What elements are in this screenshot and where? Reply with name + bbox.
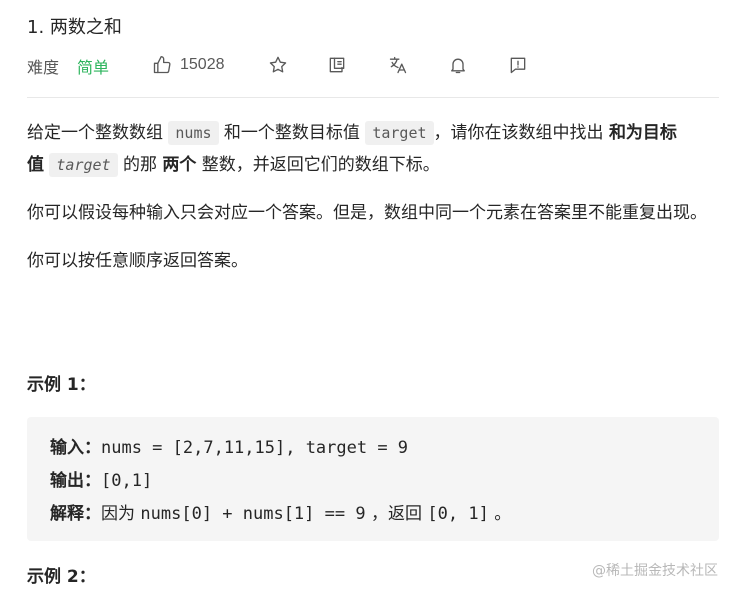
code-target-italic: target: [49, 153, 118, 177]
example-2-title: 示例 2：: [27, 567, 96, 587]
explanation-label: 解释：: [50, 504, 101, 524]
code-nums: nums: [168, 121, 219, 145]
like-button[interactable]: 15028: [152, 52, 225, 78]
explanation-code: nums[0] + nums[1] == 9: [140, 504, 366, 524]
text-segment: 因为: [101, 504, 141, 524]
like-count: 15028: [180, 56, 225, 73]
output-value: [0,1]: [101, 471, 153, 491]
example-output-line: 输出：[0,1]: [50, 466, 152, 491]
example-input-line: 输入：nums = [2,7,11,15], target = 9: [50, 433, 408, 458]
bold-text: 两个: [162, 155, 197, 175]
feedback-icon: [510, 57, 526, 74]
text-segment: 给定一个整数数组: [27, 123, 169, 143]
text-segment: 和一个整数目标值: [218, 123, 366, 143]
notification-button[interactable]: [448, 52, 468, 78]
text-segment: 整数，并返回它们的数组下标。: [196, 155, 440, 175]
share-icon: [329, 57, 345, 73]
feedback-button[interactable]: [508, 52, 528, 78]
problem-meta-bar: 难度 简单 15028: [27, 52, 727, 78]
difficulty-label: 难度: [27, 58, 60, 77]
example-explanation-line: 解释：因为 nums[0] + nums[1] == 9 ，返回 [0, 1] …: [50, 499, 511, 524]
divider: [27, 97, 719, 98]
favorite-button[interactable]: [268, 52, 288, 78]
translate-icon: [389, 56, 407, 74]
description-paragraph-3: 你可以按任意顺序返回答案。: [27, 251, 248, 271]
watermark: @稀土掘金技术社区: [592, 563, 718, 579]
thumbs-up-icon: [153, 56, 171, 74]
text-segment: 。: [488, 504, 512, 524]
text-segment: ，返回: [365, 504, 428, 524]
text-segment: ，请你在该数组中找出: [433, 123, 609, 143]
share-button[interactable]: [327, 52, 347, 78]
input-value: nums = [2,7,11,15], target = 9: [101, 438, 409, 458]
code-target: target: [365, 121, 434, 145]
translate-button[interactable]: [388, 52, 408, 78]
output-label: 输出：: [50, 471, 101, 491]
difficulty-badge: 简单: [77, 58, 110, 77]
bell-icon: [451, 58, 465, 74]
explanation-result: [0, 1]: [427, 504, 489, 524]
problem-description: 给定一个整数数组 nums 和一个整数目标值 target ，请你在该数组中找出 …: [27, 117, 719, 293]
example-1-title: 示例 1：: [27, 375, 96, 395]
text-segment: 的那: [117, 155, 163, 175]
star-icon: [269, 56, 287, 73]
input-label: 输入：: [50, 438, 101, 458]
description-paragraph-1: 给定一个整数数组 nums 和一个整数目标值 target ，请你在该数组中找出 …: [27, 117, 719, 181]
problem-title: 1. 两数之和: [27, 17, 122, 38]
example-1-block: 输入：nums = [2,7,11,15], target = 9 输出：[0,…: [27, 417, 719, 541]
description-paragraph-2: 你可以假设每种输入只会对应一个答案。但是，数组中同一个元素在答案里不能重复出现。: [27, 203, 707, 223]
